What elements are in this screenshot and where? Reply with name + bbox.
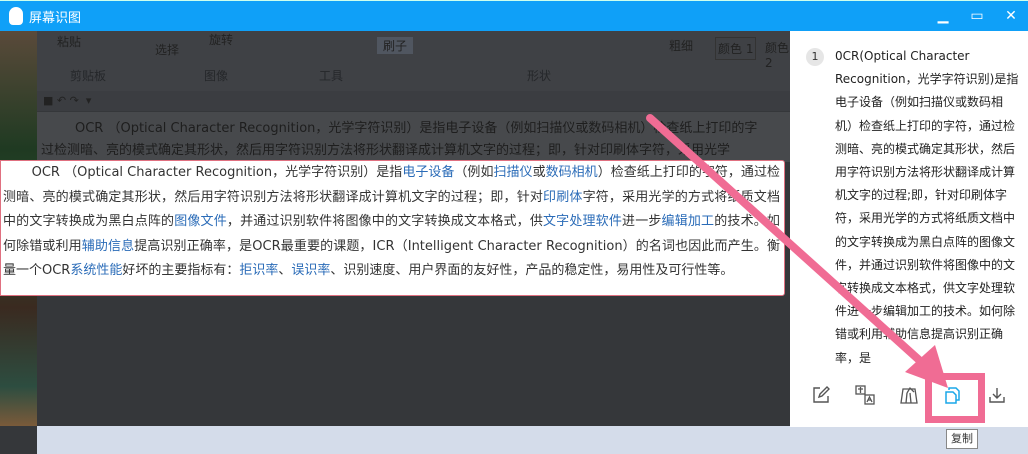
ribbon-top: 选择: [155, 43, 180, 57]
copy-tooltip: 复制: [946, 429, 978, 449]
selected-region[interactable]: OCR （Optical Character Recognition，光学字符识…: [0, 160, 785, 296]
text-link[interactable]: 扫描仪: [493, 165, 532, 180]
minimize-button[interactable]: ▁: [926, 1, 960, 31]
background-document: OCR （Optical Character Recognition，光学字符识…: [37, 112, 790, 162]
text-segment: 或: [532, 165, 546, 180]
close-button[interactable]: ✕: [994, 1, 1028, 31]
title-bar: 屏幕识图 ▁ ▭ ✕: [0, 0, 1028, 31]
copy-button-highlight: [925, 373, 985, 423]
ribbon-group-label: 剪贴板: [70, 69, 107, 83]
taskbar-strip: [37, 426, 1028, 454]
text-segment: 、识别速度、用户界面的友好性，产品的稳定性，易用性及可行性等。: [330, 263, 734, 278]
text-link[interactable]: 误识率: [291, 263, 330, 278]
text-link[interactable]: 电子设备: [402, 165, 454, 180]
ribbon-top: 颜色 2: [765, 41, 790, 70]
text-link[interactable]: 数码相机: [546, 165, 598, 180]
text-link[interactable]: 图像文件: [174, 214, 227, 229]
ribbon-group-label: 工具: [319, 69, 344, 83]
export-icon[interactable]: [897, 383, 921, 407]
text-link[interactable]: 拒识率: [239, 263, 278, 278]
result-panel: 1 0CR(Optical Character Recognition，光学字符…: [790, 31, 1028, 427]
maximize-button[interactable]: ▭: [960, 1, 994, 31]
text-link[interactable]: 辅助信息: [82, 239, 134, 254]
translate-icon[interactable]: [853, 383, 877, 407]
penguin-logo-icon: [9, 7, 23, 25]
ribbon-group-label: 图像: [204, 69, 229, 83]
doc-line: 过检测暗、亮的模式确定其形状，然后用字符识别方法将形状翻译成计算机文字的过程；即…: [41, 143, 731, 158]
text-segment: （例如: [454, 165, 494, 180]
ribbon-top: 颜色 1: [715, 37, 757, 60]
text-link[interactable]: 系统性能: [70, 263, 122, 278]
text-segment: 好坏的主要指标有：: [122, 263, 240, 278]
quick-access-toolbar: ■ ↶ ↷ ▾: [37, 91, 790, 111]
result-text[interactable]: 0CR(Optical Character Recognition，光学字符识别…: [835, 45, 1021, 365]
background-ribbon: 粘贴 选择 旋转 刷子 粗细 颜色 1 颜色 2 剪贴板 图像 工具 形状: [37, 31, 790, 91]
ribbon-group-label: 形状: [527, 69, 552, 83]
text-segment: ，并通过识别软件将图像中的文字转换成文本格式，供: [226, 214, 543, 229]
ribbon-top: 旋转: [209, 33, 234, 47]
download-icon[interactable]: [985, 383, 1009, 407]
ribbon-top: 粗细: [669, 39, 694, 53]
result-index: 1: [806, 48, 824, 66]
selected-text: OCR （Optical Character Recognition，光学字符识…: [3, 161, 780, 284]
ribbon-top: 刷子: [377, 37, 414, 54]
text-link[interactable]: 编辑加工: [662, 214, 715, 229]
text-segment: 进一步: [622, 214, 662, 229]
text-segment: OCR （Optical Character Recognition，光学字符识…: [31, 165, 403, 180]
text-link[interactable]: 印刷体: [543, 190, 583, 205]
edit-icon[interactable]: [809, 383, 833, 407]
doc-line: OCR （Optical Character Recognition，光学字符识…: [75, 121, 758, 136]
text-link[interactable]: 文字处理软件: [543, 214, 622, 229]
window-title: 屏幕识图: [29, 10, 82, 26]
result-toolbar: [790, 383, 1028, 417]
text-segment: 、: [278, 263, 292, 278]
ribbon-top: 粘贴: [57, 35, 82, 49]
